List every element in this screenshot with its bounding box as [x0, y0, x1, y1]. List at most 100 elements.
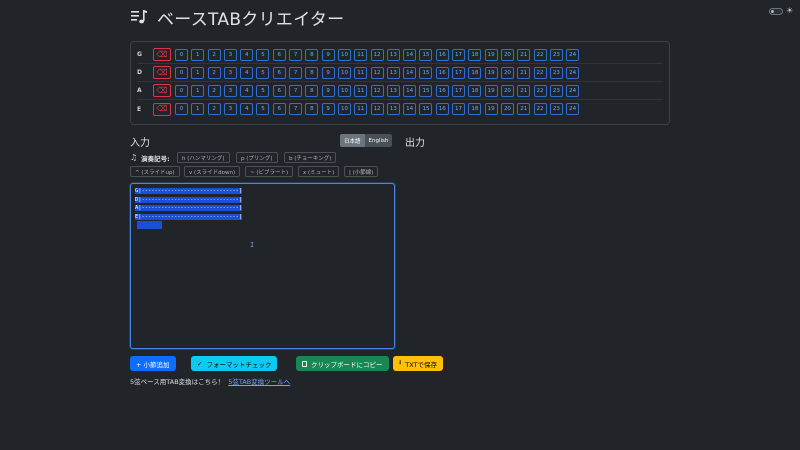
fret-button[interactable]: 20 [500, 103, 514, 115]
fret-button[interactable]: 17 [452, 84, 466, 97]
fret-button[interactable]: 7 [289, 84, 303, 97]
fret-button[interactable]: 18 [468, 84, 482, 97]
fret-button[interactable]: 20 [500, 84, 514, 97]
fret-button[interactable]: 0 [175, 48, 188, 61]
fret-button[interactable]: 11 [354, 103, 368, 115]
fret-button[interactable]: 3 [223, 48, 237, 61]
chip-vibrato[interactable]: ~ (ビブラート) [245, 166, 294, 177]
fret-button[interactable]: 23 [549, 48, 563, 61]
copy-clipboard-button[interactable]: クリップボードにコピー [296, 356, 389, 371]
fret-button[interactable]: 0 [175, 84, 188, 97]
fret-button[interactable]: 19 [484, 103, 498, 115]
fret-button[interactable]: 9 [321, 103, 335, 115]
lang-japanese-button[interactable]: 日本語 [340, 134, 365, 147]
fret-button[interactable]: 11 [354, 66, 368, 79]
clear-string-button[interactable]: ⌫ [153, 48, 171, 61]
fret-button[interactable]: 8 [305, 103, 319, 115]
fret-button[interactable]: 14 [403, 103, 417, 115]
chip-barline[interactable]: | (小節線) [344, 166, 379, 177]
chip-hammer-on[interactable]: h (ハンマリング) [177, 152, 230, 163]
fret-button[interactable]: 13 [386, 66, 400, 79]
theme-toggle[interactable]: ☀ [769, 7, 793, 15]
fret-button[interactable]: 7 [289, 66, 303, 79]
tab-input-textarea[interactable]: G|------------------------------| D|----… [130, 183, 395, 349]
fret-button[interactable]: 16 [435, 84, 449, 97]
fret-button[interactable]: 24 [566, 48, 580, 61]
fret-button[interactable]: 18 [468, 66, 482, 79]
fret-button[interactable]: 24 [566, 103, 580, 115]
fret-button[interactable]: 22 [533, 103, 547, 115]
fret-button[interactable]: 3 [223, 84, 237, 97]
fret-button[interactable]: 17 [452, 103, 466, 115]
fret-button[interactable]: 6 [272, 84, 286, 97]
fret-button[interactable]: 14 [403, 66, 417, 79]
format-check-button[interactable]: ✓ フォーマットチェック [191, 356, 278, 371]
fret-button[interactable]: 3 [223, 66, 237, 79]
fret-button[interactable]: 0 [175, 103, 188, 115]
fret-button[interactable]: 4 [240, 84, 254, 97]
fret-button[interactable]: 22 [533, 66, 547, 79]
fret-button[interactable]: 10 [337, 84, 351, 97]
fret-button[interactable]: 23 [549, 84, 563, 97]
fret-button[interactable]: 10 [337, 48, 351, 61]
fret-button[interactable]: 11 [354, 84, 368, 97]
fret-button[interactable]: 7 [289, 103, 303, 115]
chip-slide-down[interactable]: v (スライドdown) [184, 166, 241, 177]
fret-button[interactable]: 9 [321, 48, 335, 61]
chip-mute[interactable]: x (ミュート) [298, 166, 340, 177]
chip-pull-off[interactable]: p (プリング) [236, 152, 278, 163]
fret-button[interactable]: 24 [566, 66, 580, 79]
fret-button[interactable]: 17 [452, 48, 466, 61]
lang-english-button[interactable]: English [364, 134, 393, 147]
fret-button[interactable]: 1 [191, 84, 205, 97]
fret-button[interactable]: 15 [419, 66, 433, 79]
fret-button[interactable]: 12 [370, 103, 384, 115]
fret-button[interactable]: 8 [305, 48, 319, 61]
fret-button[interactable]: 16 [435, 66, 449, 79]
fret-button[interactable]: 2 [207, 84, 221, 97]
fret-button[interactable]: 5 [256, 84, 270, 97]
fret-button[interactable]: 22 [533, 84, 547, 97]
fret-button[interactable]: 23 [549, 103, 563, 115]
fret-button[interactable]: 2 [207, 48, 221, 61]
fret-button[interactable]: 12 [370, 84, 384, 97]
fret-button[interactable]: 17 [452, 66, 466, 79]
fret-button[interactable]: 1 [191, 66, 205, 79]
fret-button[interactable]: 16 [435, 103, 449, 115]
fret-button[interactable]: 19 [484, 48, 498, 61]
fret-button[interactable]: 10 [337, 66, 351, 79]
fret-button[interactable]: 5 [256, 66, 270, 79]
fret-button[interactable]: 0 [175, 66, 188, 79]
fret-button[interactable]: 13 [386, 48, 400, 61]
fret-button[interactable]: 9 [321, 84, 335, 97]
fret-button[interactable]: 4 [240, 48, 254, 61]
fret-button[interactable]: 24 [566, 84, 580, 97]
fret-button[interactable]: 14 [403, 48, 417, 61]
fret-button[interactable]: 11 [354, 48, 368, 61]
fret-button[interactable]: 4 [240, 103, 254, 115]
fret-button[interactable]: 12 [370, 66, 384, 79]
clear-string-button[interactable]: ⌫ [153, 84, 171, 97]
fret-button[interactable]: 15 [419, 103, 433, 115]
fret-button[interactable]: 18 [468, 103, 482, 115]
fret-button[interactable]: 5 [256, 103, 270, 115]
fret-button[interactable]: 20 [500, 48, 514, 61]
chip-slide-up[interactable]: ^ (スライドup) [130, 166, 180, 177]
fret-button[interactable]: 22 [533, 48, 547, 61]
fret-button[interactable]: 15 [419, 48, 433, 61]
fret-button[interactable]: 21 [517, 48, 531, 61]
fret-button[interactable]: 8 [305, 84, 319, 97]
fret-button[interactable]: 12 [370, 48, 384, 61]
fret-button[interactable]: 19 [484, 84, 498, 97]
fret-button[interactable]: 6 [272, 48, 286, 61]
clear-string-button[interactable]: ⌫ [153, 66, 171, 79]
fret-button[interactable]: 3 [223, 103, 237, 115]
fret-button[interactable]: 15 [419, 84, 433, 97]
fret-button[interactable]: 6 [272, 103, 286, 115]
fret-button[interactable]: 14 [403, 84, 417, 97]
fret-button[interactable]: 9 [321, 66, 335, 79]
clear-string-button[interactable]: ⌫ [153, 102, 171, 116]
fret-button[interactable]: 16 [435, 48, 449, 61]
fret-button[interactable]: 8 [305, 66, 319, 79]
fret-button[interactable]: 1 [191, 48, 205, 61]
